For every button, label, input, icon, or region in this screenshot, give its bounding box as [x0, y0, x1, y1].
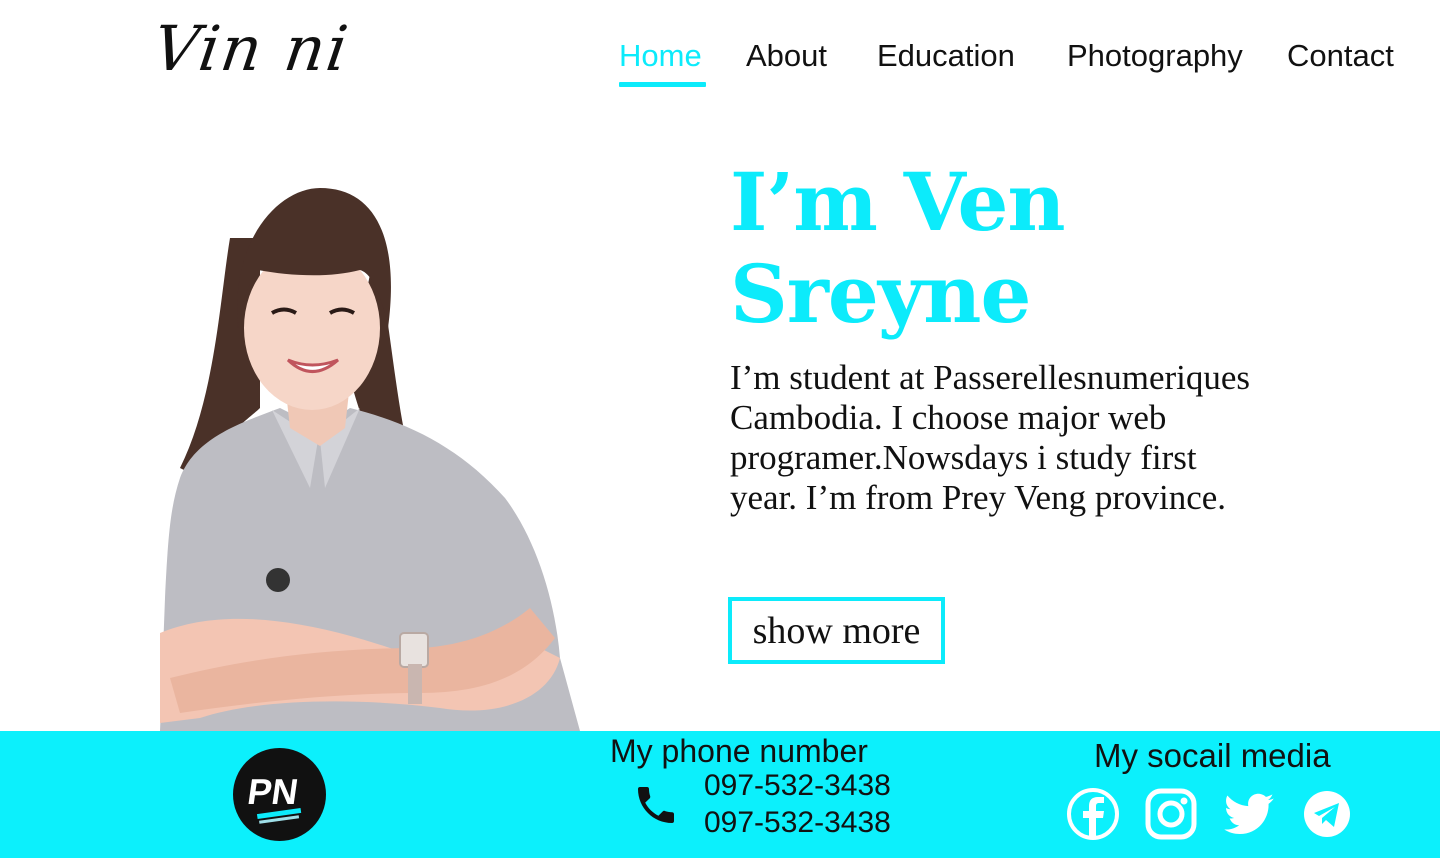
nav-item-education[interactable]: Education — [877, 38, 1015, 74]
phone-icon — [632, 781, 680, 829]
nav-item-about[interactable]: About — [746, 38, 827, 74]
hero-title-line1: I’m Ven — [730, 155, 1066, 249]
phone-number-2[interactable]: 097-532-3438 — [704, 806, 891, 840]
hero-title-line2: Sreyne — [730, 247, 1031, 341]
phone-section-title: My phone number — [610, 733, 868, 769]
facebook-icon[interactable] — [1066, 787, 1120, 841]
hero-title: I’m Ven Sreyne — [730, 156, 1290, 340]
profile-photo — [160, 178, 585, 731]
social-section-title: My socail media — [1094, 737, 1331, 774]
pn-logo-text: PN — [245, 771, 301, 812]
phone-number-1[interactable]: 097-532-3438 — [704, 769, 891, 803]
twitter-icon[interactable] — [1222, 787, 1276, 841]
pn-logo[interactable]: PN — [233, 748, 326, 841]
hero-description: I’m student at Passerellesnumeriques Cam… — [730, 358, 1251, 517]
telegram-icon[interactable] — [1300, 787, 1354, 841]
nav-item-photography[interactable]: Photography — [1067, 38, 1243, 74]
nav-item-home[interactable]: Home — [619, 38, 702, 74]
site-logo[interactable]: Vin ni — [149, 12, 354, 85]
instagram-icon[interactable] — [1144, 787, 1198, 841]
footer: PN My phone number 097-532-3438 097-532-… — [0, 731, 1440, 858]
show-more-button[interactable]: show more — [728, 597, 945, 664]
active-nav-indicator — [619, 82, 706, 87]
nav-item-contact[interactable]: Contact — [1287, 38, 1394, 74]
